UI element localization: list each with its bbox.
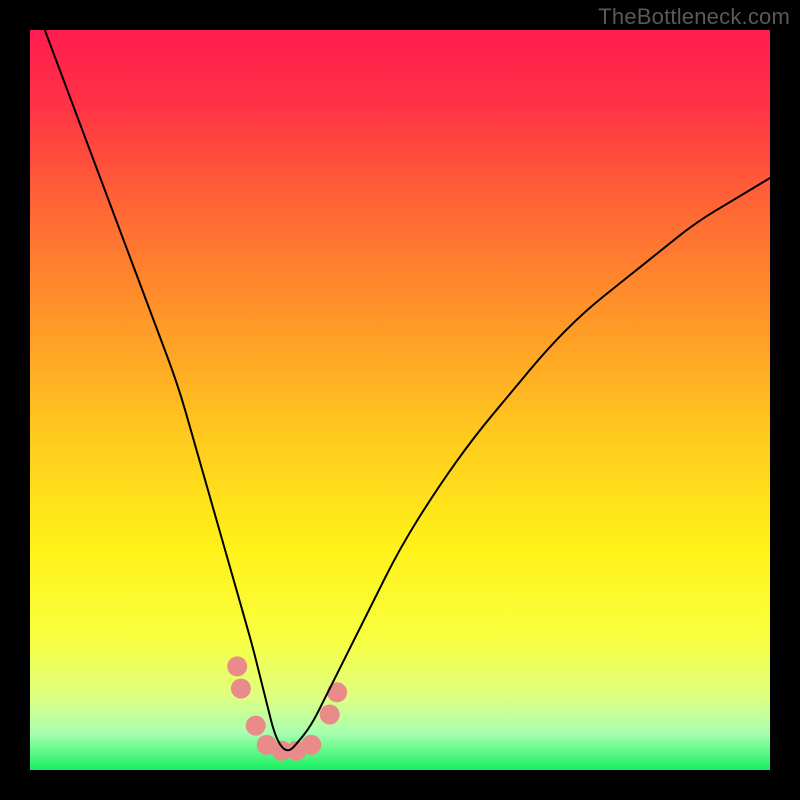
chart-svg: [30, 30, 770, 770]
chart-plot: [30, 30, 770, 770]
highlight-dot: [327, 682, 347, 702]
highlight-dot: [231, 679, 251, 699]
highlight-dot: [227, 656, 247, 676]
highlight-dot: [320, 705, 340, 725]
chart-frame: TheBottleneck.com: [0, 0, 800, 800]
watermark-text: TheBottleneck.com: [598, 4, 790, 30]
highlight-dot: [246, 716, 266, 736]
chart-background: [30, 30, 770, 770]
highlight-dot: [301, 735, 321, 755]
